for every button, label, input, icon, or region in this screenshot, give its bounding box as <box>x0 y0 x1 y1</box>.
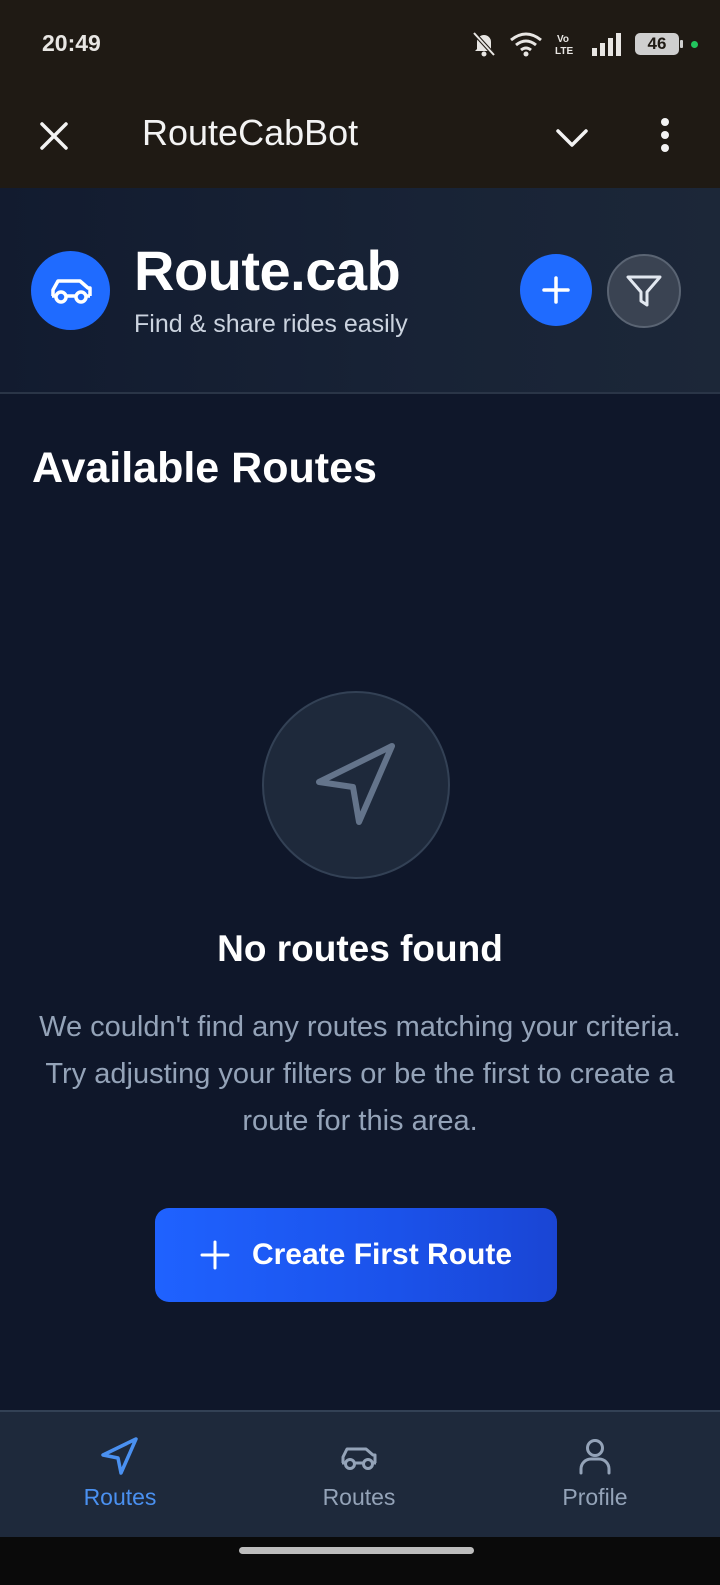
navigation-arrow-icon <box>316 743 395 825</box>
svg-text:Vo: Vo <box>557 34 569 45</box>
signal-icon <box>592 33 621 56</box>
plus-icon <box>542 276 570 304</box>
status-time: 20:49 <box>42 30 101 56</box>
battery-icon: 46 <box>635 33 683 55</box>
filter-button[interactable] <box>607 254 681 328</box>
empty-state-icon <box>262 691 450 879</box>
more-vertical-icon[interactable] <box>648 114 682 158</box>
bottom-nav: Routes Routes Profile <box>0 1410 720 1537</box>
car-icon <box>341 1447 377 1470</box>
empty-state-title: No routes found <box>217 928 503 969</box>
brand-banner: Route.cab Find & share rides easily <box>0 188 720 394</box>
close-icon[interactable] <box>34 116 74 156</box>
brand-name: Route.cab <box>134 239 401 302</box>
create-first-route-button[interactable]: Create First Route <box>155 1208 557 1302</box>
svg-text:LTE: LTE <box>555 46 573 57</box>
brand-logo <box>31 251 110 330</box>
chevron-down-icon[interactable] <box>552 118 592 158</box>
wifi-icon <box>510 32 542 57</box>
create-button-label: Create First Route <box>251 1238 513 1271</box>
volte-icon: Vo LTE <box>555 34 573 57</box>
nav-label-profile: Profile <box>562 1484 628 1510</box>
nav-item-rides[interactable]: Routes <box>259 1412 459 1537</box>
navigation-arrow-icon <box>101 1437 138 1475</box>
header-title: RouteCabBot <box>142 112 359 153</box>
battery-level: 46 <box>647 34 667 53</box>
nav-label-rides: Routes <box>322 1484 396 1510</box>
gesture-bar[interactable] <box>239 1547 474 1554</box>
empty-state-text: We couldn't find any routes matching you… <box>39 1011 681 1137</box>
nav-item-profile[interactable]: Profile <box>495 1412 695 1537</box>
section-title: Available Routes <box>32 444 377 492</box>
nav-label-routes: Routes <box>83 1484 157 1510</box>
status-bar: 20:49 Vo LTE 46 <box>0 0 720 90</box>
status-dot <box>691 40 698 48</box>
status-icons: Vo LTE 46 <box>471 28 698 60</box>
filter-icon <box>626 275 662 307</box>
bell-muted-icon <box>472 31 496 57</box>
gesture-area <box>0 1537 720 1585</box>
user-icon <box>579 1439 611 1475</box>
car-icon <box>50 278 92 304</box>
app-header: RouteCabBot <box>0 90 720 188</box>
brand-tagline: Find & share rides easily <box>134 310 408 338</box>
plus-icon <box>200 1240 230 1270</box>
nav-item-routes[interactable]: Routes <box>20 1412 220 1537</box>
add-route-button[interactable] <box>520 254 592 326</box>
